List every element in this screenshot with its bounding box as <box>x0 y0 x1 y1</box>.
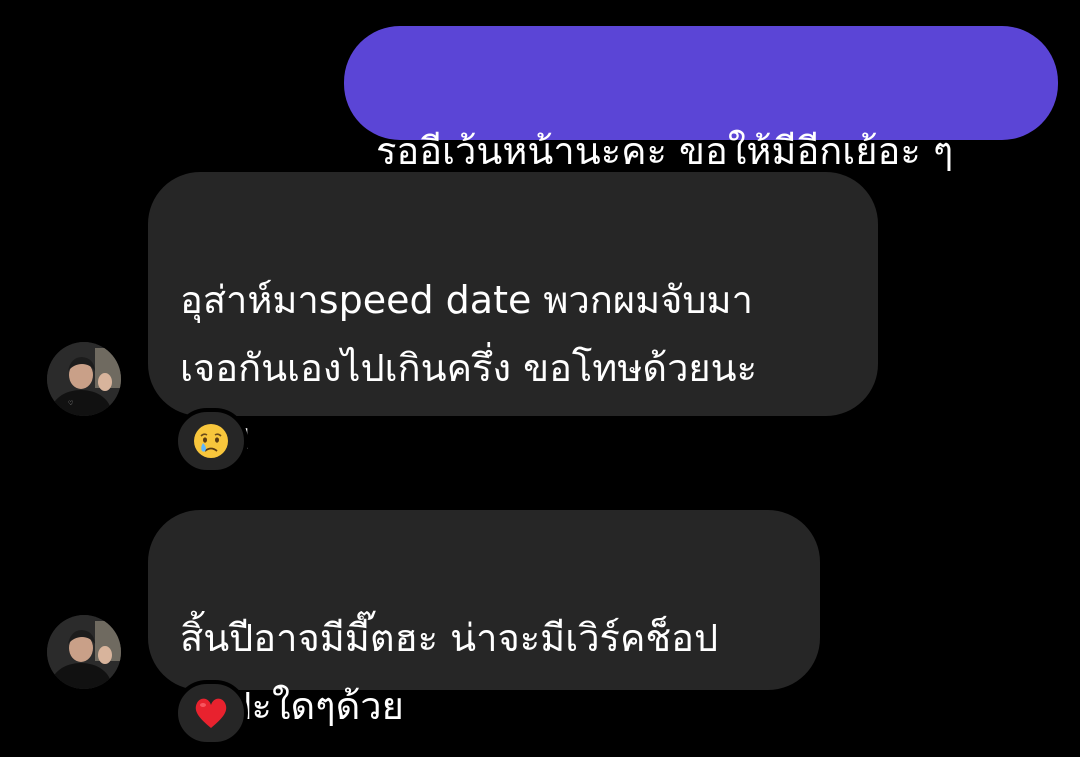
reaction-badge[interactable] <box>174 680 248 746</box>
svg-text:♡: ♡ <box>68 400 73 407</box>
reaction-badge[interactable] <box>174 408 248 474</box>
message-text: รออีเว้นหน้านะคะ ขอให้มีอีกเย้อะ ๆ <box>376 129 954 173</box>
incoming-message-bubble[interactable]: สิ้นปีอาจมีมี๊ตฮะ น่าจะมีเวิร์คช็อป ศิลป… <box>148 510 820 728</box>
avatar[interactable] <box>47 615 121 689</box>
avatar[interactable]: ♡ <box>47 342 121 416</box>
red-heart-emoji <box>195 698 227 728</box>
incoming-message-bubble[interactable]: อุส่าห์มาspeed date พวกผมจับมา เจอกันเอง… <box>148 172 878 458</box>
message-text: อุส่าห์มาspeed date พวกผมจับมา เจอกันเอง… <box>180 278 758 458</box>
crying-face-emoji <box>194 424 228 458</box>
message-text: สิ้นปีอาจมีมี๊ตฮะ น่าจะมีเวิร์คช็อป ศิลป… <box>180 616 719 728</box>
outgoing-message-bubble[interactable]: รออีเว้นหน้านะคะ ขอให้มีอีกเย้อะ ๆ <box>344 26 1058 173</box>
